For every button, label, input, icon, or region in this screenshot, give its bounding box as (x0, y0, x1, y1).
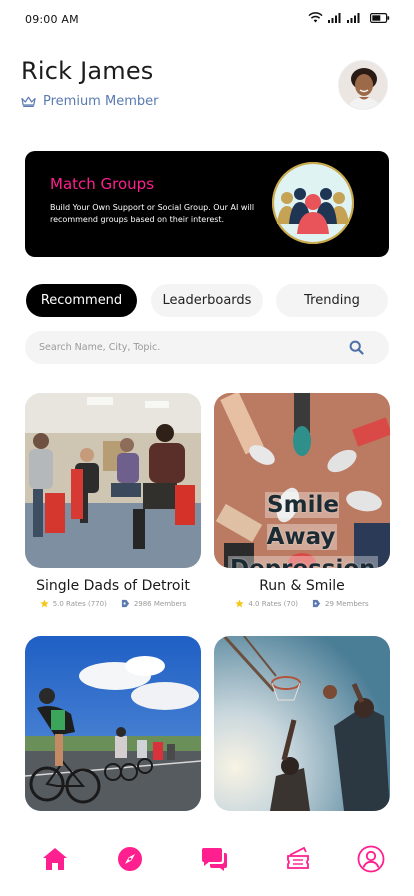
group-image-caption: Smile Away Depression (228, 489, 378, 568)
members-icon (312, 599, 321, 608)
star-icon (235, 599, 245, 608)
home-icon (43, 848, 67, 870)
group-meta: 4.0 Rates (70) 29 Members (214, 599, 390, 608)
membership-row: Premium Member (21, 94, 158, 109)
group-members: 2986 Members (133, 599, 187, 608)
bottom-nav (0, 836, 414, 886)
avatar[interactable] (338, 60, 388, 110)
nav-home[interactable] (40, 844, 70, 874)
filter-tabs: Recommend Leaderboards Trending (26, 284, 388, 318)
group-card[interactable]: Single Dads of Detroit 5.0 Rates (770) 2… (25, 393, 201, 608)
status-icons (308, 12, 390, 23)
banner-title: Match Groups (50, 175, 155, 193)
membership-label: Premium Member (43, 94, 159, 109)
group-rates: 5.0 Rates (770) (52, 599, 107, 608)
wifi-icon (308, 12, 323, 23)
search-input[interactable] (39, 331, 339, 364)
group-title: Run & Smile (259, 578, 345, 594)
group-card[interactable] (25, 636, 201, 811)
group-meta: 5.0 Rates (770) 2986 Members (25, 599, 201, 608)
chat-icon (202, 848, 227, 871)
group-image[interactable] (25, 636, 201, 811)
banner-description: Build Your Own Support or Social Group. … (50, 203, 255, 224)
battery-icon (370, 12, 390, 23)
tab-leaderboards[interactable]: Leaderboards (151, 284, 263, 317)
nav-messages[interactable] (199, 844, 229, 874)
ticket-icon (287, 846, 309, 869)
group-members: 29 Members (325, 599, 369, 608)
search-bar (25, 331, 389, 364)
crown-icon (21, 96, 36, 107)
group-image-caption-line2: Depression (228, 556, 378, 568)
star-icon (40, 599, 49, 608)
signal-icon (328, 12, 341, 23)
group-card[interactable] (214, 636, 390, 811)
group-image[interactable] (214, 636, 390, 811)
match-groups-banner[interactable]: Match Groups Build Your Own Support or S… (25, 151, 389, 257)
nav-explore[interactable] (115, 844, 145, 874)
group-image-caption-line1: Smile Away (265, 492, 339, 550)
status-bar: 09:00 AM (0, 0, 414, 40)
tab-trending[interactable]: Trending (276, 284, 388, 317)
user-name: Rick James (21, 57, 154, 85)
signal-icon-secondary (347, 12, 360, 23)
profile-icon (357, 845, 385, 873)
group-title: Single Dads of Detroit (36, 578, 190, 594)
search-icon[interactable] (349, 340, 364, 355)
group-rates: 4.0 Rates (70) (248, 599, 299, 608)
tab-recommend[interactable]: Recommend (26, 284, 137, 317)
status-time: 09:00 AM (25, 13, 79, 26)
members-icon (121, 599, 129, 608)
nav-profile[interactable] (356, 844, 386, 874)
nav-events[interactable] (283, 844, 313, 874)
group-card[interactable]: Smile Away Depression Run & Smile 4.0 Ra… (214, 393, 390, 608)
group-illustration-icon (272, 162, 354, 244)
group-image[interactable]: Smile Away Depression (214, 393, 390, 568)
group-image[interactable] (25, 393, 201, 568)
compass-icon (118, 847, 142, 871)
